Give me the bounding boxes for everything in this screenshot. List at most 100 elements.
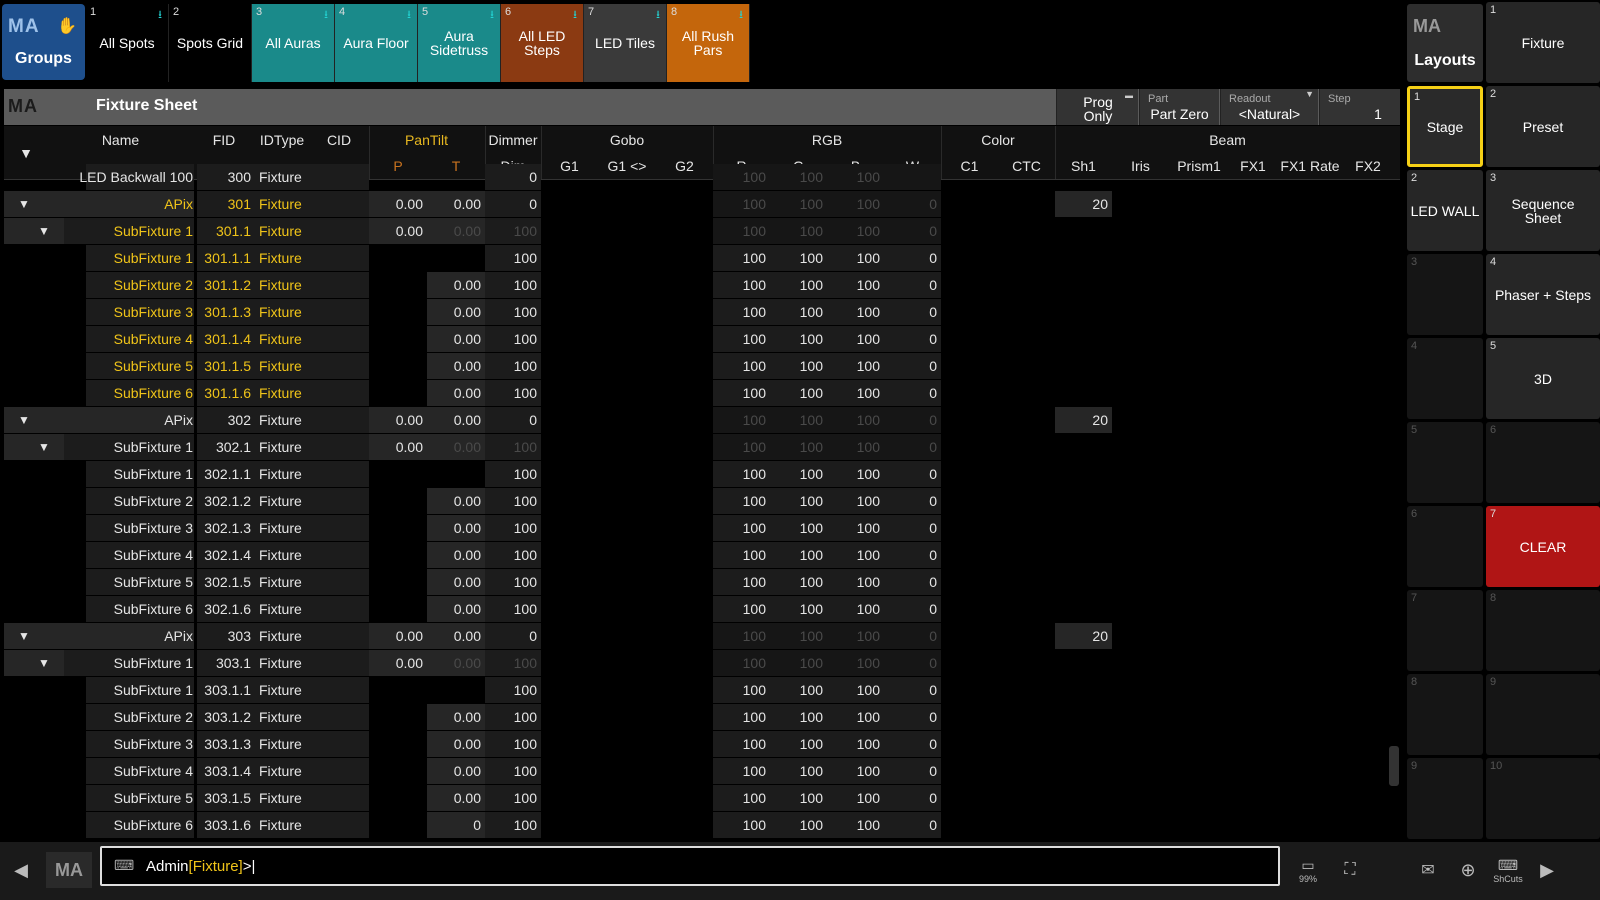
table-row[interactable]: ▼ APix 301 Fixture 0.00 0.00 0 100 100 100 0 20 (4, 191, 1400, 218)
col-name[interactable]: Name (48, 132, 193, 148)
table-row[interactable]: SubFixture 1 302.1.1 Fixture 100 100 100 100 0 (4, 461, 1400, 488)
group-pool-button[interactable]: 8 ⭳ All Rush Pars (667, 4, 750, 82)
step-selector[interactable]: Step 1 (1319, 89, 1400, 125)
table-row[interactable]: SubFixture 3 301.1.3 Fixture 0.00 100 100 100 1… (4, 299, 1400, 326)
group-pool-button[interactable]: 7 ⭳ LED Tiles (584, 4, 667, 82)
cell-fid: 301.1.3 (197, 299, 255, 325)
col-group-gobo[interactable]: Gobo (541, 132, 713, 148)
network-tree-icon[interactable]: ⛶ (1330, 852, 1370, 888)
cell-name: SubFixture 2 (113, 493, 193, 509)
view-button[interactable]: 5 3D (1486, 338, 1600, 419)
prog-only-button[interactable]: Prog Only ▬ (1056, 89, 1138, 125)
table-row[interactable]: ▼ SubFixture 1 302.1 Fixture 0.00 0.00 100 100 1… (4, 434, 1400, 461)
view-button[interactable]: 1 Fixture (1486, 2, 1600, 83)
cell-dim: 100 (485, 569, 541, 595)
cell-dim: 100 (485, 677, 541, 703)
view-button[interactable]: 6 (1486, 422, 1600, 503)
view-button[interactable]: 9 (1486, 674, 1600, 755)
table-row[interactable]: ▼ SubFixture 1 301.1 Fixture 0.00 0.00 100 100 1… (4, 218, 1400, 245)
table-row[interactable]: SubFixture 4 301.1.4 Fixture 0.00 100 100 100 1… (4, 326, 1400, 353)
ma-window-logo[interactable]: MA (8, 96, 38, 117)
cell-w: 0 (884, 515, 941, 541)
col-group-color[interactable]: Color (941, 132, 1055, 148)
scrollbar-handle[interactable] (1389, 746, 1399, 786)
shortcuts-button[interactable]: ⌨ ShCuts (1488, 852, 1528, 888)
view-button[interactable]: 3 Sequence Sheet (1486, 170, 1600, 251)
globe-icon[interactable]: ⊕ (1448, 852, 1488, 888)
table-row[interactable]: ▼ APix 302 Fixture 0.00 0.00 0 100 100 100 0 20 (4, 407, 1400, 434)
cell-t: 0.00 (427, 596, 485, 622)
table-row[interactable]: SubFixture 6 302.1.6 Fixture 0.00 100 100 100 1… (4, 596, 1400, 623)
part-selector[interactable]: Part Part Zero (1139, 89, 1219, 125)
table-row[interactable]: SubFixture 1 301.1.1 Fixture 100 100 100 100 0 (4, 245, 1400, 272)
table-row[interactable]: SubFixture 4 302.1.4 Fixture 0.00 100 100 100 1… (4, 542, 1400, 569)
cell-g: 100 (770, 299, 827, 325)
layout-view-button[interactable]: 2 LED WALL (1407, 170, 1483, 251)
layout-view-button[interactable]: 4 (1407, 338, 1483, 419)
keyboard-icon[interactable]: ⌨ (114, 857, 134, 874)
layout-view-button[interactable]: 1 Stage (1407, 86, 1483, 167)
mail-icon[interactable]: ✉ (1408, 852, 1448, 888)
table-row[interactable]: SubFixture 1 303.1.1 Fixture 100 100 100 100 0 (4, 677, 1400, 704)
group-pool-button[interactable]: 1 ⭳ All Spots (86, 4, 169, 82)
groups-pool-title-button[interactable]: MA ✋ Groups (2, 4, 85, 80)
table-row[interactable]: SubFixture 3 303.1.3 Fixture 0.00 100 100 100 1… (4, 731, 1400, 758)
command-line-input[interactable]: ⌨ Admin[Fixture]>| (100, 846, 1280, 886)
group-label: All Spots (99, 35, 155, 51)
group-pool-button[interactable]: 2 Spots Grid (169, 4, 252, 82)
collapse-arrow-icon[interactable]: ▼ (4, 623, 44, 649)
cell-r: 100 (713, 299, 770, 325)
layout-view-button[interactable]: 3 (1407, 254, 1483, 335)
col-group-dimmer[interactable]: Dimmer (485, 132, 541, 148)
layout-view-button[interactable]: 5 (1407, 422, 1483, 503)
layout-view-button[interactable]: 9 (1407, 758, 1483, 839)
table-row[interactable]: ▼ SubFixture 1 303.1 Fixture 0.00 0.00 100 100 1… (4, 650, 1400, 677)
view-button[interactable]: 4 Phaser + Steps (1486, 254, 1600, 335)
cell-idtype: Fixture (255, 299, 313, 325)
table-row[interactable]: SubFixture 5 302.1.5 Fixture 0.00 100 100 100 1… (4, 569, 1400, 596)
collapse-all-icon[interactable]: ▼ (4, 140, 48, 166)
readout-selector[interactable]: Readout <Natural> ▼ (1220, 89, 1318, 125)
table-row[interactable]: SubFixture 2 303.1.2 Fixture 0.00 100 100 100 1… (4, 704, 1400, 731)
table-row[interactable]: SubFixture 2 302.1.2 Fixture 0.00 100 100 100 1… (4, 488, 1400, 515)
group-pool-button[interactable]: 5 ⭳ Aura Sidetruss (418, 4, 501, 82)
col-group-beam[interactable]: Beam (1055, 132, 1400, 148)
table-row[interactable]: SubFixture 2 301.1.2 Fixture 0.00 100 100 100 1… (4, 272, 1400, 299)
col-cid[interactable]: CID (314, 132, 364, 148)
group-pool-button[interactable]: 4 ⭳ Aura Floor (335, 4, 418, 82)
table-row[interactable]: ▼ APix 303 Fixture 0.00 0.00 0 100 100 100 0 20 (4, 623, 1400, 650)
view-button[interactable]: 2 Preset (1486, 86, 1600, 167)
collapse-arrow-icon[interactable]: ▼ (4, 191, 44, 217)
cell-b: 100 (827, 299, 884, 325)
table-row[interactable]: SubFixture 3 302.1.3 Fixture 0.00 100 100 100 1… (4, 515, 1400, 542)
layout-view-button[interactable]: 6 (1407, 506, 1483, 587)
view-button[interactable]: 8 (1486, 590, 1600, 671)
layout-view-button[interactable]: 7 (1407, 590, 1483, 671)
cell-dim: 0 (485, 164, 541, 190)
clear-button[interactable]: 7 CLEAR (1486, 506, 1600, 587)
col-idtype[interactable]: IDType (254, 132, 310, 148)
group-pool-button[interactable]: 3 ⭳ All Auras (252, 4, 335, 82)
collapse-arrow-icon[interactable]: ▼ (4, 407, 44, 433)
col-group-pantilt[interactable]: PanTilt (369, 132, 484, 148)
table-row[interactable]: SubFixture 5 303.1.5 Fixture 0.00 100 100 100 1… (4, 785, 1400, 812)
group-pool-button[interactable]: 6 ⭳ All LED Steps (501, 4, 584, 82)
table-row[interactable]: SubFixture 4 303.1.4 Fixture 0.00 100 100 100 1… (4, 758, 1400, 785)
table-row[interactable]: SubFixture 5 301.1.5 Fixture 0.00 100 100 100 1… (4, 353, 1400, 380)
next-arrow-icon[interactable]: ▶ (1532, 852, 1562, 888)
view-button[interactable]: 10 (1486, 758, 1600, 839)
col-fid[interactable]: FID (199, 132, 249, 148)
prev-arrow-icon[interactable]: ◀ (6, 852, 36, 888)
table-row[interactable]: LED Backwall 100 300 Fixture 0 100 100 100 (4, 164, 1400, 191)
table-row[interactable]: SubFixture 6 303.1.6 Fixture 0 100 100 100 100 0 (4, 812, 1400, 838)
cell-dim: 0 (485, 407, 541, 433)
ma-command-logo[interactable]: MA (46, 852, 92, 888)
layout-view-button[interactable]: 8 (1407, 674, 1483, 755)
table-row[interactable]: SubFixture 6 301.1.6 Fixture 0.00 100 100 100 1… (4, 380, 1400, 407)
col-group-rgb[interactable]: RGB (713, 132, 941, 148)
zoom-indicator[interactable]: ▭ 99% (1288, 852, 1328, 888)
cell-p: 0.00 (369, 434, 427, 460)
layouts-pool-title-button[interactable]: MA Layouts (1407, 4, 1483, 82)
cell-g: 100 (770, 650, 827, 676)
cell-name: SubFixture 4 (113, 331, 193, 347)
